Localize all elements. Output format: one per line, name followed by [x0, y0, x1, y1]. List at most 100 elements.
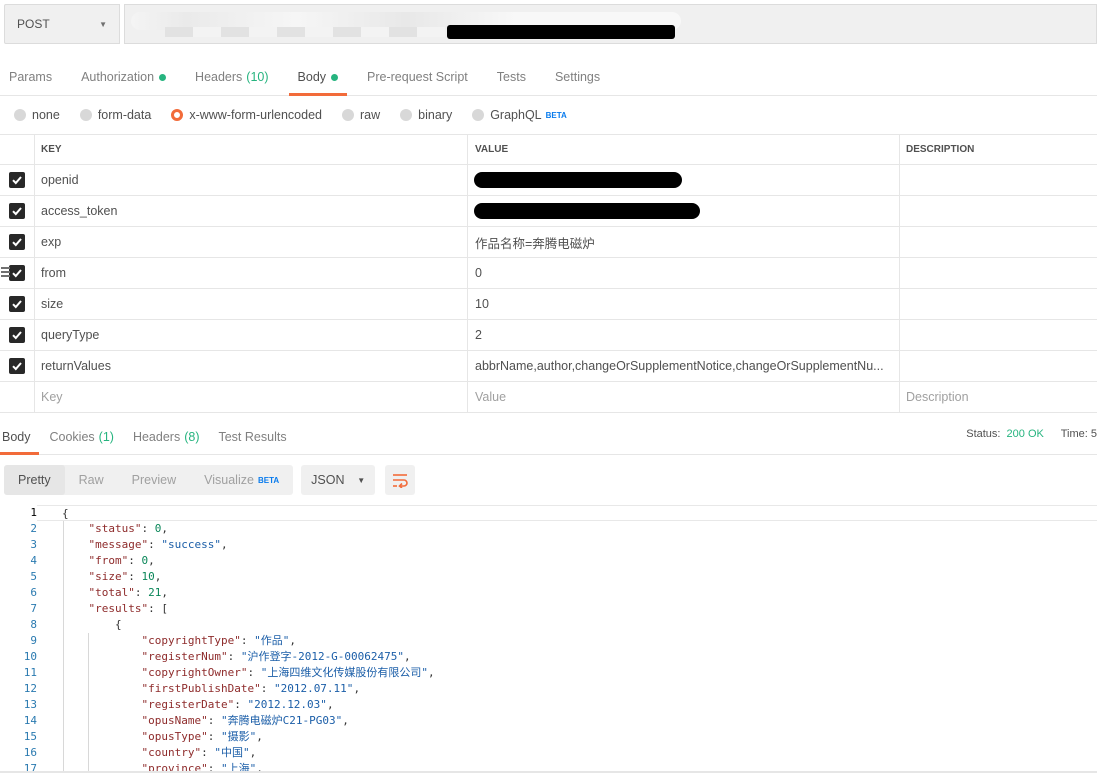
url-redaction [447, 25, 675, 39]
code-text: "copyrightType": "作品", [37, 633, 296, 649]
radio-circle-icon [472, 109, 484, 121]
code-line: 16 "country": "中国", [0, 745, 1097, 761]
tab-label: Params [9, 70, 52, 84]
param-key[interactable]: returnValues [35, 351, 468, 381]
param-description[interactable] [900, 320, 1097, 350]
tab-label: Headers [133, 430, 180, 444]
param-key[interactable]: queryType [35, 320, 468, 350]
line-number: 12 [0, 681, 37, 697]
new-value-input[interactable]: Value [468, 382, 900, 412]
table-header-row: KEY VALUE DESCRIPTION [0, 134, 1097, 165]
param-key[interactable]: openid [35, 165, 468, 195]
param-description[interactable] [900, 165, 1097, 195]
view-mode-pretty[interactable]: Pretty [4, 465, 65, 495]
code-text: "size": 10, [37, 569, 161, 585]
code-text: "status": 0, [37, 521, 168, 537]
response-body-code[interactable]: 1{2 "status": 0,3 "message": "success",4… [0, 505, 1097, 773]
beta-badge: BETA [546, 111, 567, 120]
code-line: 8 { [0, 617, 1097, 633]
param-value[interactable]: 2 [468, 320, 900, 350]
param-key[interactable]: exp [35, 227, 468, 257]
line-number: 11 [0, 665, 37, 681]
format-select[interactable]: JSON ▼ [301, 465, 375, 495]
param-checkbox[interactable] [9, 234, 25, 250]
response-tab-body[interactable]: Body [0, 418, 33, 455]
radio-label: GraphQL [490, 108, 541, 122]
radio-form-data[interactable]: form-data [80, 108, 152, 122]
code-line: 11 "copyrightOwner": "上海四维文化传媒股份有限公司", [0, 665, 1097, 681]
param-checkbox[interactable] [9, 203, 25, 219]
tab-label: Body [298, 70, 327, 84]
param-value[interactable]: 0 [468, 258, 900, 288]
view-mode-preview[interactable]: Preview [118, 465, 190, 495]
param-key[interactable]: access_token [35, 196, 468, 226]
param-checkbox[interactable] [9, 327, 25, 343]
header-value: VALUE [468, 135, 900, 164]
radio-none[interactable]: none [14, 108, 60, 122]
param-description[interactable] [900, 351, 1097, 381]
param-key[interactable]: from [35, 258, 468, 288]
param-row-new: KeyValueDescription [0, 382, 1097, 413]
param-checkbox[interactable] [9, 265, 25, 281]
tab-tests[interactable]: Tests [488, 58, 535, 96]
checkmark-icon [11, 267, 23, 279]
response-tab-headers[interactable]: Headers(8) [131, 418, 202, 455]
status-value: 200 OK [1007, 428, 1044, 440]
param-check-cell [0, 351, 35, 381]
value-redaction [474, 172, 682, 188]
radio-raw[interactable]: raw [342, 108, 380, 122]
response-tab-test-results[interactable]: Test Results [216, 418, 288, 455]
checkmark-icon [11, 174, 23, 186]
tab-body[interactable]: Body [289, 58, 348, 96]
radio-binary[interactable]: binary [400, 108, 452, 122]
param-value[interactable]: abbrName,author,changeOrSupplementNotice… [468, 351, 900, 381]
param-description[interactable] [900, 258, 1097, 288]
url-blurred-text-2 [165, 27, 445, 37]
code-text: "from": 0, [37, 553, 155, 569]
radio-graphql[interactable]: GraphQL BETA [472, 108, 567, 122]
param-description[interactable] [900, 289, 1097, 319]
radio-x-www-form-urlencoded[interactable]: x-www-form-urlencoded [171, 108, 322, 122]
method-select[interactable]: POST ▼ [4, 4, 120, 44]
url-input[interactable] [124, 4, 1097, 44]
param-check-cell [0, 196, 35, 226]
param-value[interactable] [468, 165, 900, 195]
tab-params[interactable]: Params [0, 58, 61, 96]
param-checkbox[interactable] [9, 358, 25, 374]
line-number: 4 [0, 553, 37, 569]
new-key-input[interactable]: Key [35, 382, 468, 412]
code-text: "opusType": "摄影", [37, 729, 263, 745]
tab-pre-request-script[interactable]: Pre-request Script [358, 58, 477, 96]
param-description[interactable] [900, 227, 1097, 257]
line-number: 8 [0, 617, 37, 633]
param-description[interactable] [900, 196, 1097, 226]
tab-label: Body [2, 430, 31, 444]
param-value[interactable]: 作品名称=奔腾电磁炉 [468, 227, 900, 257]
time-value: 5 [1091, 428, 1097, 440]
response-tab-cookies[interactable]: Cookies(1) [48, 418, 116, 455]
view-mode-visualize[interactable]: VisualizeBETA [190, 465, 293, 495]
tab-headers[interactable]: Headers(10) [186, 58, 277, 96]
status-dot-icon [159, 74, 166, 81]
tab-settings[interactable]: Settings [546, 58, 609, 96]
code-line: 12 "firstPublishDate": "2012.07.11", [0, 681, 1097, 697]
new-description-input[interactable]: Description [900, 382, 1097, 412]
param-row: size10 [0, 289, 1097, 320]
radio-label: form-data [98, 108, 152, 122]
method-label: POST [17, 17, 50, 31]
code-text: "opusName": "奔腾电磁炉C21-PG03", [37, 713, 349, 729]
param-value-text: 作品名称=奔腾电磁炉 [475, 233, 595, 252]
view-mode-raw[interactable]: Raw [65, 465, 118, 495]
param-checkbox[interactable] [9, 172, 25, 188]
param-value[interactable]: 10 [468, 289, 900, 319]
param-key[interactable]: size [35, 289, 468, 319]
param-checkbox[interactable] [9, 296, 25, 312]
param-value[interactable] [468, 196, 900, 226]
code-line: 9 "copyrightType": "作品", [0, 633, 1097, 649]
drag-handle-icon[interactable] [1, 267, 10, 279]
param-check-cell [0, 165, 35, 195]
line-number: 9 [0, 633, 37, 649]
tab-authorization[interactable]: Authorization [72, 58, 175, 96]
tab-label: Test Results [218, 430, 286, 444]
wrap-lines-button[interactable] [385, 465, 415, 495]
